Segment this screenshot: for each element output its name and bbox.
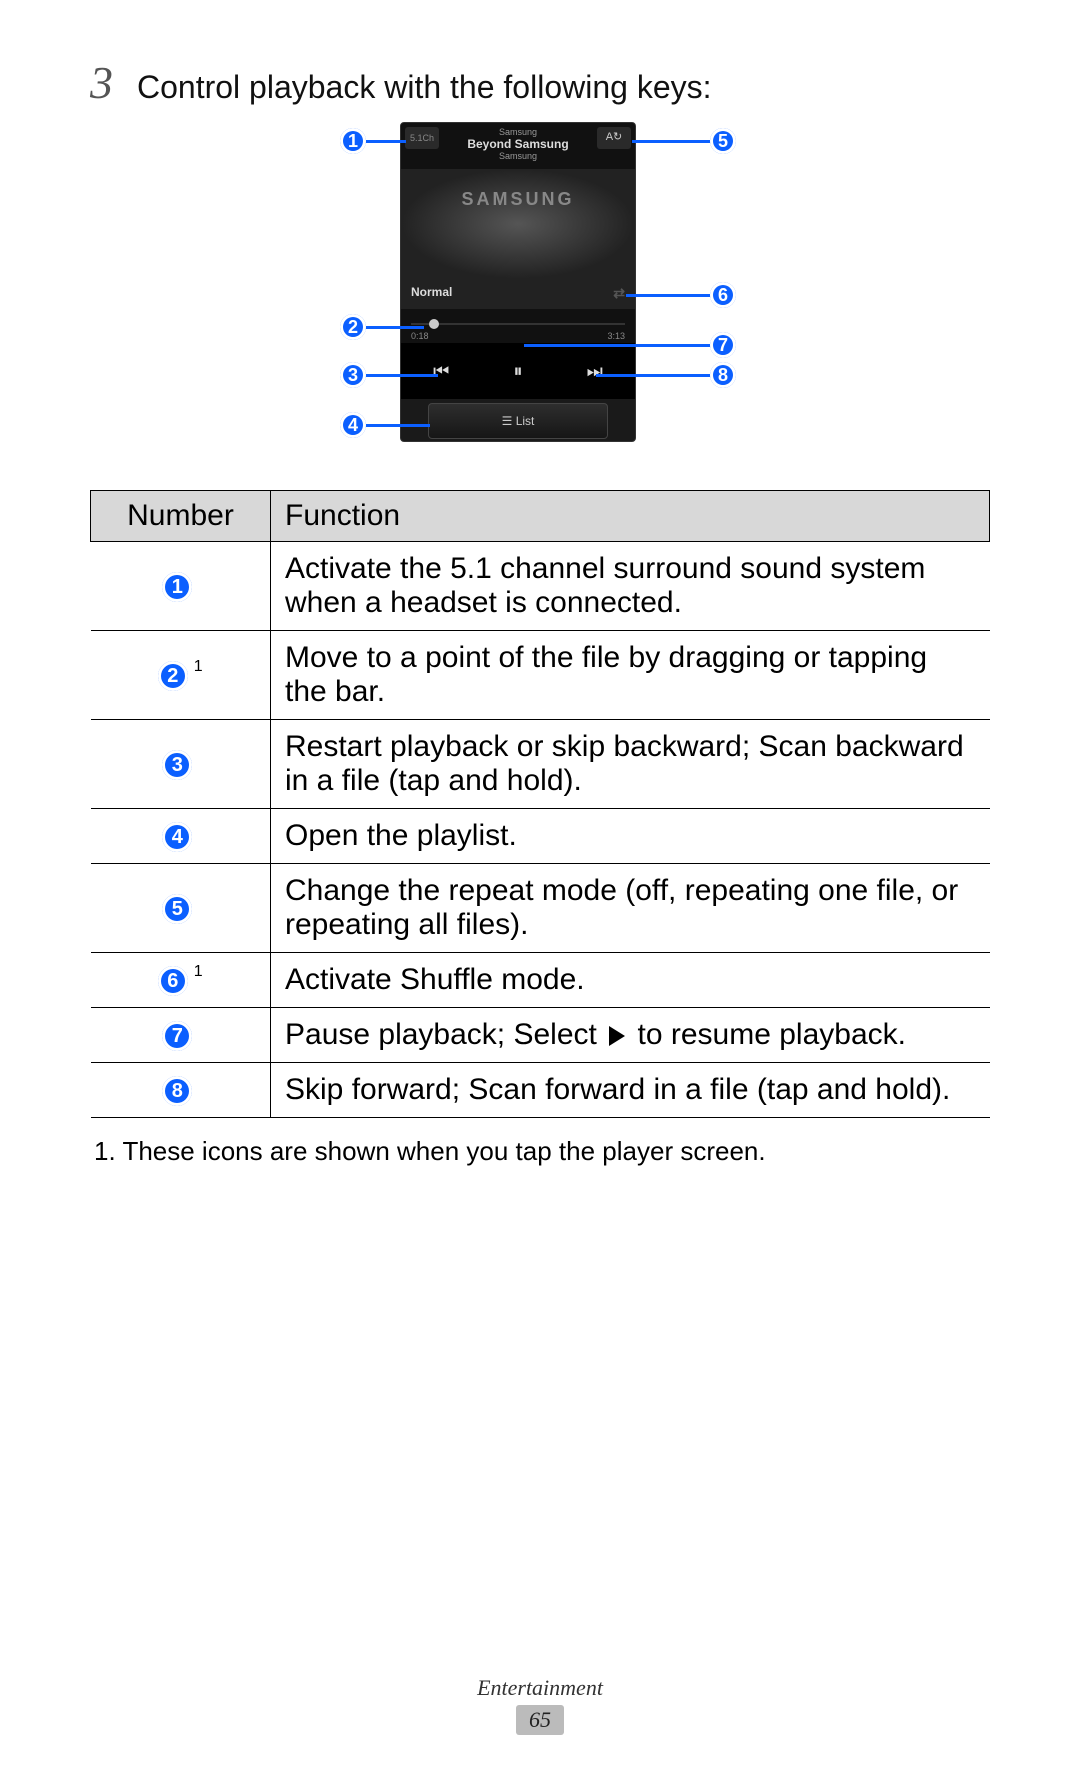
callout-8: 8 bbox=[710, 362, 736, 388]
row-badge: 7 bbox=[162, 1021, 192, 1051]
row-badge: 5 bbox=[162, 894, 192, 924]
callout-line bbox=[366, 326, 424, 329]
row-function: Move to a point of the file by dragging … bbox=[271, 631, 990, 720]
callout-line bbox=[596, 374, 710, 377]
row-function: Pause playback; Select to resume playbac… bbox=[271, 1008, 990, 1063]
section-name: Entertainment bbox=[0, 1675, 1080, 1701]
album-art: SAMSUNG bbox=[401, 169, 635, 279]
head-function: Function bbox=[271, 491, 990, 542]
list-icon: ☰ bbox=[502, 414, 516, 428]
row-badge: 1 bbox=[162, 572, 192, 602]
time-total: 3:13 bbox=[607, 331, 625, 341]
step-text: Control playback with the following keys… bbox=[137, 69, 712, 106]
row-badge: 3 bbox=[162, 750, 192, 780]
shuffle-icon: ⇄ bbox=[613, 285, 625, 302]
row-badge: 4 bbox=[162, 822, 192, 852]
table-row: 5 Change the repeat mode (off, repeating… bbox=[91, 864, 990, 953]
time-elapsed: 0:18 bbox=[411, 331, 429, 341]
next-icon: ⏭ bbox=[587, 361, 603, 382]
prev-icon: ⏮ bbox=[433, 361, 449, 382]
eq-label: Normal bbox=[411, 285, 452, 299]
callout-line bbox=[366, 424, 430, 427]
row-sup: 1 bbox=[194, 963, 203, 980]
table-row: 61 Activate Shuffle mode. bbox=[91, 953, 990, 1008]
list-button: ☰ List bbox=[428, 403, 608, 439]
callout-line bbox=[626, 294, 710, 297]
row-badge: 2 bbox=[158, 661, 188, 691]
callout-2: 2 bbox=[340, 314, 366, 340]
callout-6: 6 bbox=[710, 282, 736, 308]
row-badge: 8 bbox=[162, 1076, 192, 1106]
phone-screen: 5.1Ch A↻ Samsung Beyond Samsung Samsung … bbox=[400, 122, 636, 442]
row-function: Open the playlist. bbox=[271, 809, 990, 864]
callout-4: 4 bbox=[340, 412, 366, 438]
callout-3: 3 bbox=[340, 362, 366, 388]
eq-row: Normal ⇄ bbox=[401, 279, 635, 309]
pause-icon: ⏸ bbox=[513, 361, 522, 382]
callout-line bbox=[524, 344, 710, 347]
repeat-badge: A↻ bbox=[597, 127, 631, 149]
manual-page: 3 Control playback with the following ke… bbox=[0, 0, 1080, 1771]
table-row: 4 Open the playlist. bbox=[91, 809, 990, 864]
callout-line bbox=[632, 140, 710, 143]
row-function: Activate the 5.1 channel surround sound … bbox=[271, 542, 990, 631]
row-function: Restart playback or skip backward; Scan … bbox=[271, 720, 990, 809]
page-number: 65 bbox=[516, 1705, 564, 1735]
table-row: 8 Skip forward; Scan forward in a file (… bbox=[91, 1063, 990, 1118]
table-row: 21 Move to a point of the file by draggi… bbox=[91, 631, 990, 720]
row-function: Skip forward; Scan forward in a file (ta… bbox=[271, 1063, 990, 1118]
row-function: Change the repeat mode (off, repeating o… bbox=[271, 864, 990, 953]
table-head-row: Number Function bbox=[91, 491, 990, 542]
surround-badge: 5.1Ch bbox=[405, 127, 439, 149]
step-row: 3 Control playback with the following ke… bbox=[90, 60, 990, 106]
callout-1: 1 bbox=[340, 128, 366, 154]
page-footer: Entertainment 65 bbox=[0, 1675, 1080, 1735]
table-row: 7 Pause playback; Select to resume playb… bbox=[91, 1008, 990, 1063]
song-artist-sub: Samsung bbox=[401, 151, 635, 161]
row-function: Activate Shuffle mode. bbox=[271, 953, 990, 1008]
player-header: 5.1Ch A↻ Samsung Beyond Samsung Samsung bbox=[401, 123, 635, 169]
footnote: 1. These icons are shown when you tap th… bbox=[90, 1136, 990, 1167]
phone-illustration: 5.1Ch A↻ Samsung Beyond Samsung Samsung … bbox=[90, 122, 990, 462]
table-row: 1 Activate the 5.1 channel surround soun… bbox=[91, 542, 990, 631]
callout-line bbox=[366, 140, 406, 143]
row-sup: 1 bbox=[194, 658, 203, 675]
callout-line bbox=[366, 374, 438, 377]
head-number: Number bbox=[91, 491, 271, 542]
transport-controls: ⏮ ⏸ ⏭ bbox=[401, 343, 635, 399]
seek-bar: 0:18 3:13 bbox=[401, 309, 635, 343]
play-icon bbox=[609, 1026, 625, 1046]
step-number: 3 bbox=[90, 60, 113, 106]
row-badge: 6 bbox=[158, 966, 188, 996]
list-label: List bbox=[516, 414, 535, 428]
callout-7: 7 bbox=[710, 332, 736, 358]
function-table: Number Function 1 Activate the 5.1 chann… bbox=[90, 490, 990, 1118]
callout-5: 5 bbox=[710, 128, 736, 154]
table-row: 3 Restart playback or skip backward; Sca… bbox=[91, 720, 990, 809]
